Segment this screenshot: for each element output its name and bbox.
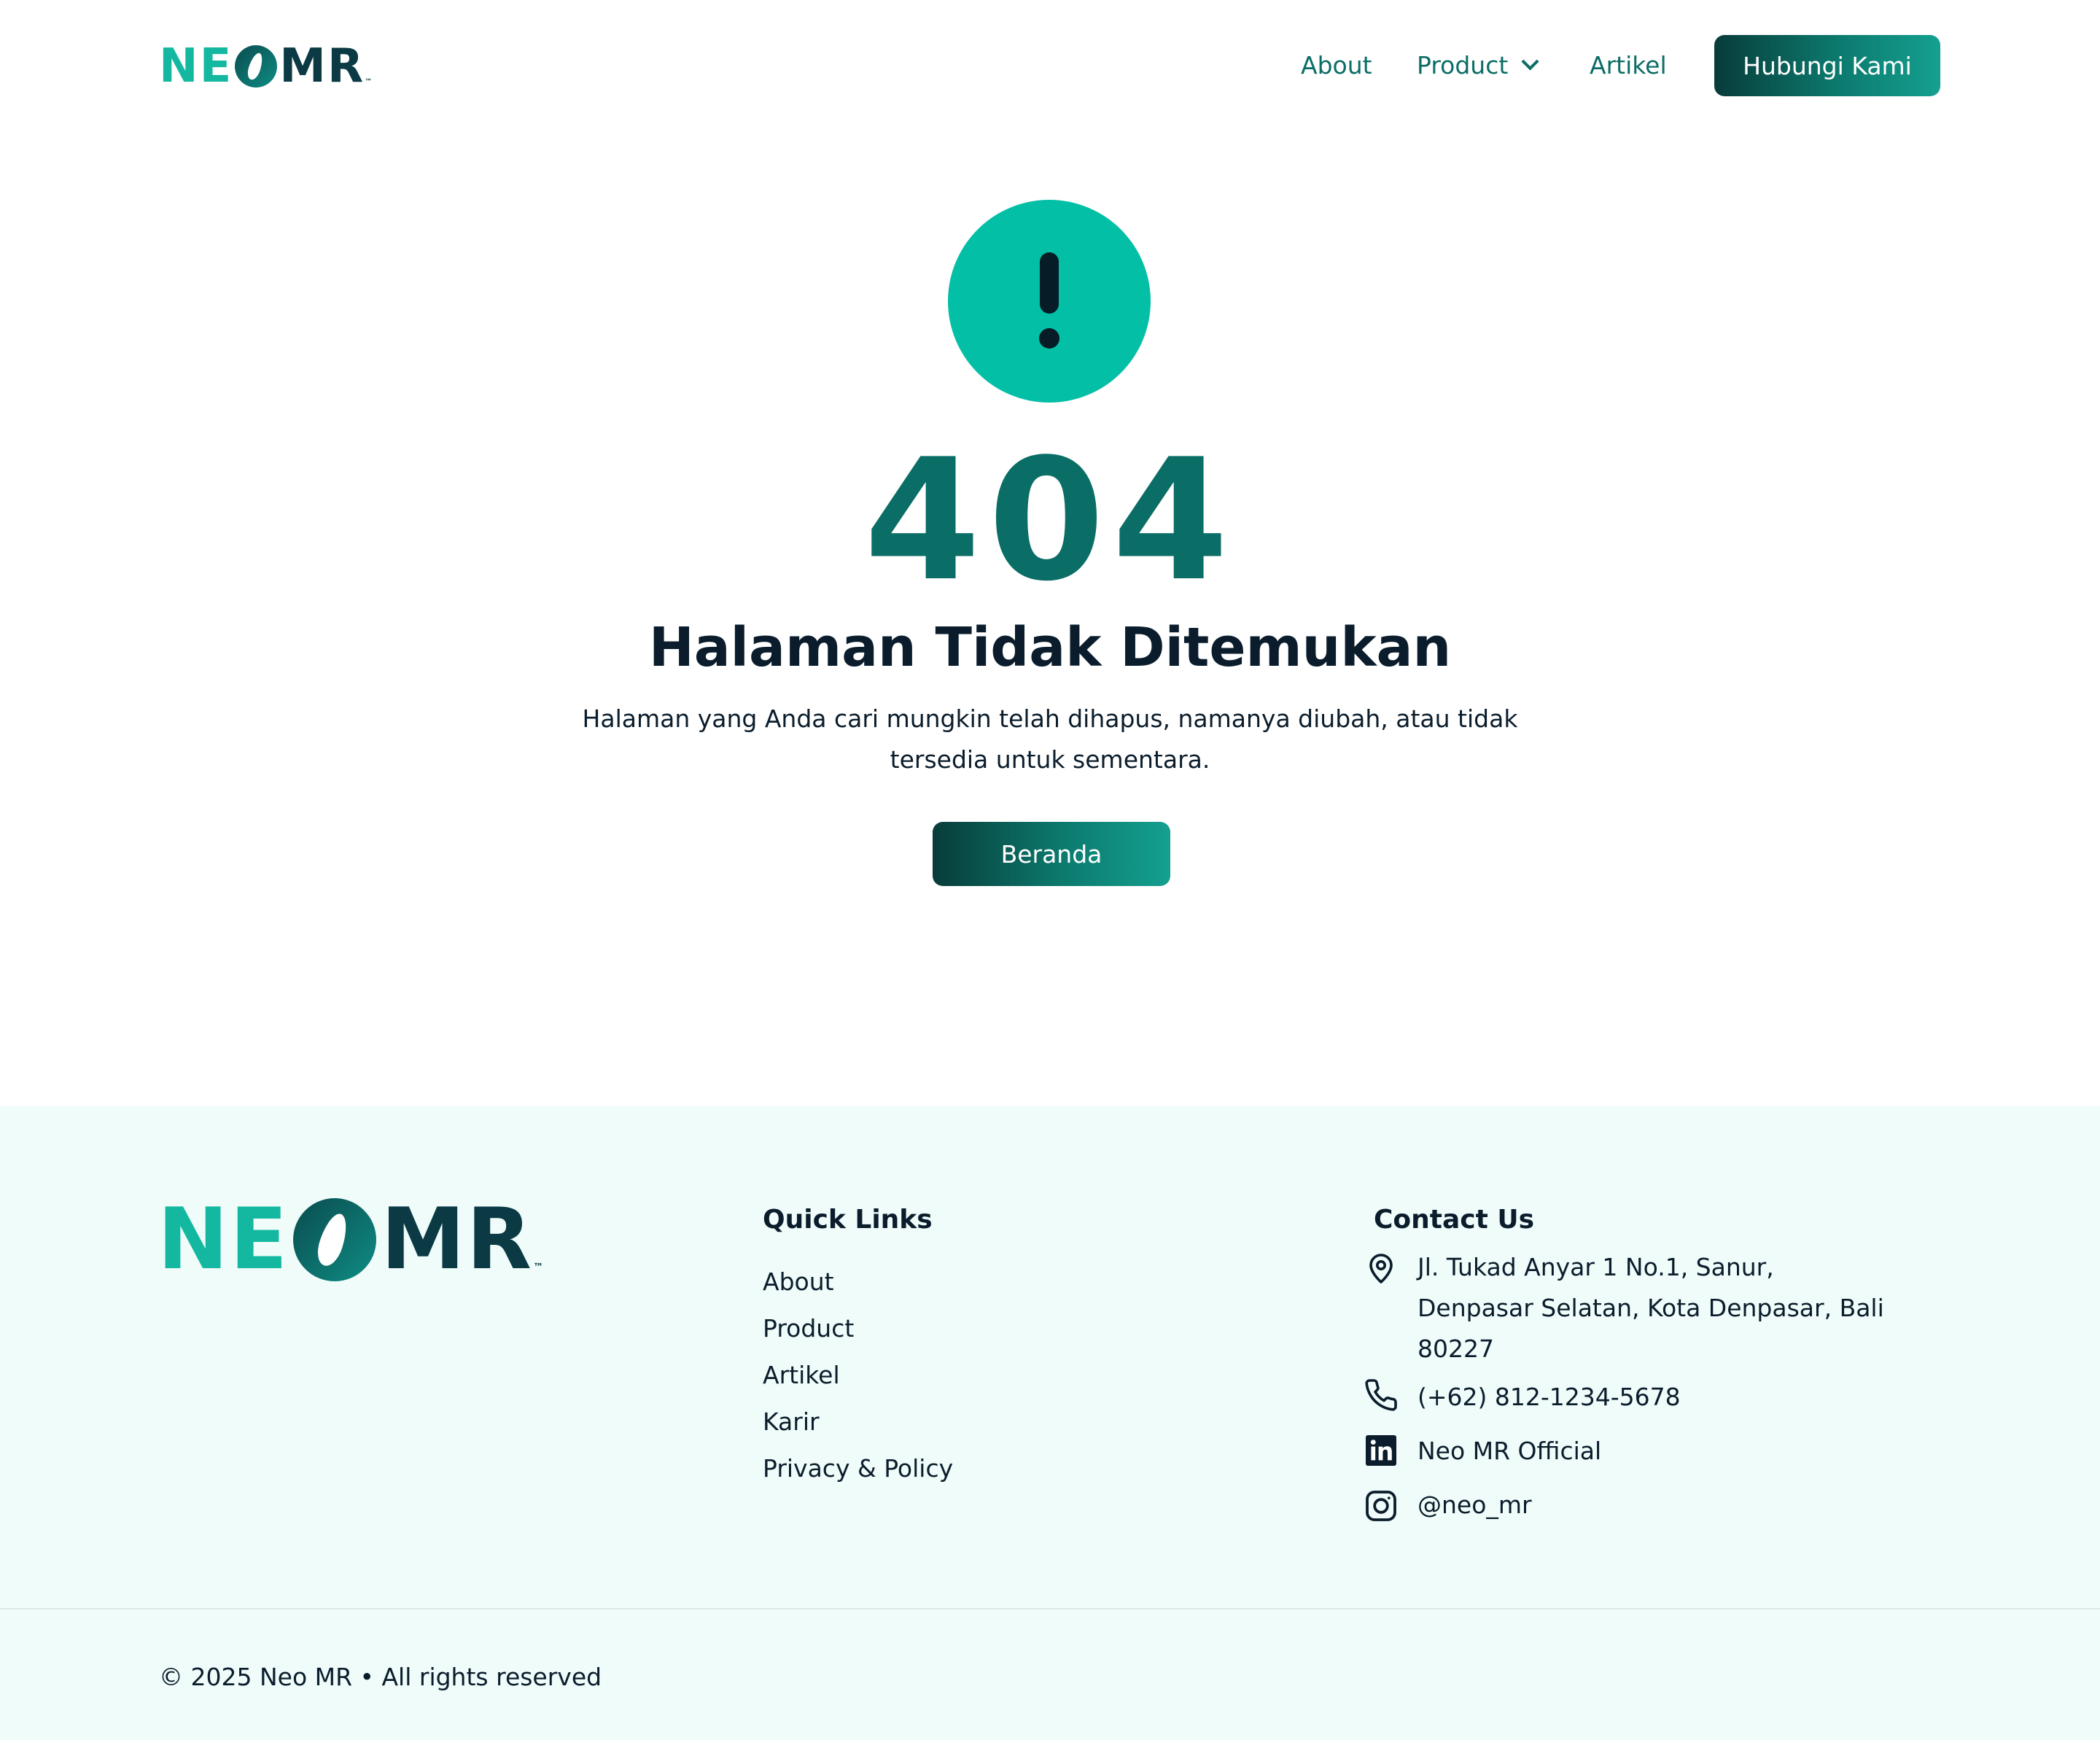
header-logo[interactable]: NE MR ™ bbox=[159, 41, 372, 92]
footer-link-artikel[interactable]: Artikel bbox=[763, 1357, 840, 1394]
logo-trademark: ™ bbox=[365, 78, 373, 86]
footer-logo-text-mr: MR bbox=[381, 1190, 534, 1289]
exclamation-dot bbox=[1039, 328, 1059, 349]
footer-logo-o-mark bbox=[293, 1198, 377, 1281]
location-pin-icon bbox=[1369, 1254, 1393, 1283]
nav-product[interactable]: Product bbox=[1417, 48, 1539, 83]
footer-divider bbox=[0, 1608, 2100, 1609]
contact-instagram[interactable]: @neo_mr bbox=[1418, 1485, 1532, 1526]
contact-us-title: Contact Us bbox=[1374, 1205, 1535, 1235]
exclamation-bar bbox=[1040, 252, 1059, 314]
error-code: 404 bbox=[863, 424, 1237, 618]
site-header: NE MR ™ About Product Artikel Hubungi Ka… bbox=[0, 0, 2100, 131]
footer-link-karir[interactable]: Karir bbox=[763, 1404, 820, 1440]
logo-text-ne: NE bbox=[159, 39, 233, 93]
footer-logo-text-ne: NE bbox=[158, 1190, 289, 1289]
footer-link-about[interactable]: About bbox=[763, 1264, 834, 1300]
footer-link-privacy-policy[interactable]: Privacy & Policy bbox=[763, 1450, 953, 1487]
nav-product-label: Product bbox=[1417, 51, 1509, 79]
phone-icon bbox=[1365, 1379, 1397, 1411]
exclamation-icon bbox=[948, 200, 1151, 403]
footer-logo[interactable]: NE MR ™ bbox=[158, 1196, 543, 1283]
home-button[interactable]: Beranda bbox=[933, 822, 1170, 886]
contact-address: Jl. Tukad Anyar 1 No.1, Sanur, Denpasar … bbox=[1418, 1253, 1884, 1363]
page-title: Halaman Tidak Ditemukan bbox=[648, 616, 1452, 679]
chevron-down-icon bbox=[1521, 53, 1539, 71]
contact-us-button[interactable]: Hubungi Kami bbox=[1714, 35, 1940, 96]
instagram-icon[interactable] bbox=[1364, 1488, 1399, 1523]
footer-logo-trademark: ™ bbox=[533, 1262, 544, 1273]
nav-about[interactable]: About bbox=[1301, 48, 1372, 83]
footer-link-product[interactable]: Product bbox=[763, 1310, 854, 1347]
quick-links-title: Quick Links bbox=[763, 1205, 933, 1235]
linkedin-icon[interactable] bbox=[1364, 1433, 1399, 1468]
contact-linkedin[interactable]: Neo MR Official bbox=[1418, 1431, 1601, 1472]
logo-text-mr: MR bbox=[279, 39, 365, 93]
error-description: Halaman yang Anda cari mungkin telah dih… bbox=[582, 704, 1518, 774]
logo-o-mark bbox=[235, 45, 278, 88]
nav-artikel[interactable]: Artikel bbox=[1590, 48, 1667, 83]
contact-phone[interactable]: (+62) 812-1234-5678 bbox=[1418, 1377, 1681, 1418]
copyright-text: © 2025 Neo MR • All rights reserved bbox=[159, 1663, 602, 1691]
